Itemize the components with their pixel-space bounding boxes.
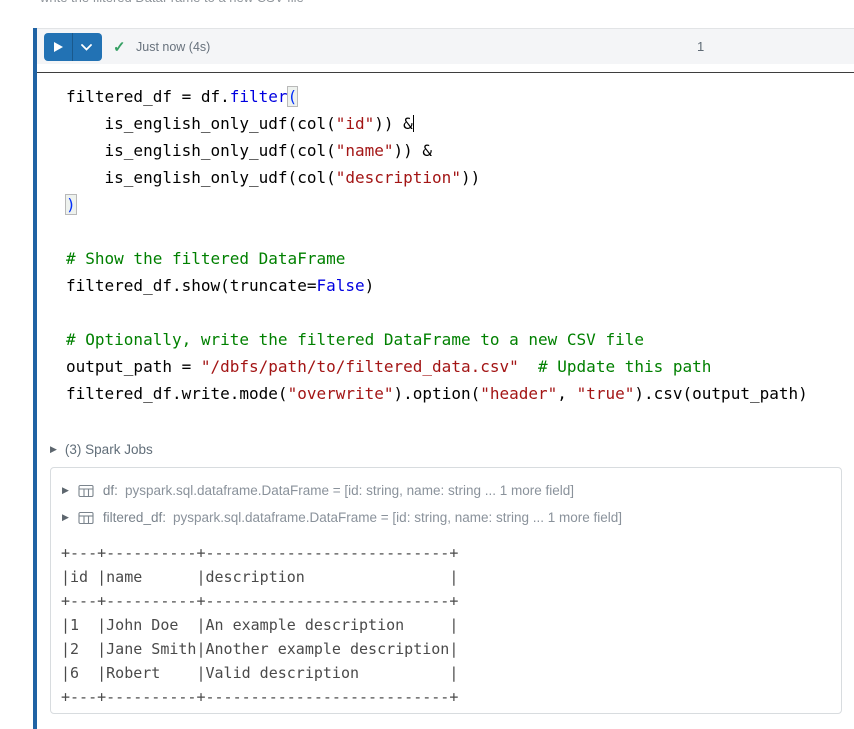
- code-token: ): [65, 194, 77, 215]
- dataframe-result-row[interactable]: ▶ df: pyspark.sql.dataframe.DataFrame = [i…: [59, 477, 831, 504]
- dataframe-type: pyspark.sql.dataframe.DataFrame = [id: s…: [172, 510, 623, 525]
- code-token: (: [286, 86, 299, 107]
- code-token: ): [364, 276, 375, 295]
- chevron-down-icon[interactable]: [73, 43, 99, 51]
- code-token: "description": [335, 168, 461, 187]
- code-token: is_english_only_udf(col(: [66, 168, 336, 187]
- code-token: )) &: [374, 114, 413, 133]
- ascii-table-line: |1 |John Doe |An example description |: [61, 616, 459, 634]
- run-status-text: Just now (4s): [136, 40, 211, 54]
- expand-triangle-icon[interactable]: ▶: [62, 485, 69, 496]
- code-line[interactable]: is_english_only_udf(col("description")): [66, 164, 854, 191]
- cell-number: 1: [697, 39, 705, 54]
- code-editor[interactable]: filtered_df = df.filter( is_english_only…: [37, 72, 854, 407]
- code-token: # Optionally, write the filtered DataFra…: [66, 330, 644, 349]
- code-token: output_path =: [66, 357, 201, 376]
- code-token: is_english_only_udf(col(: [66, 141, 336, 160]
- code-token: False: [316, 276, 365, 295]
- code-token: filtered_df = df.: [66, 87, 230, 106]
- ascii-table-line: |6 |Robert |Valid description |: [61, 664, 459, 682]
- expand-triangle-icon[interactable]: ▶: [50, 444, 57, 455]
- dataframe-rows: ▶ df: pyspark.sql.dataframe.DataFrame = [i…: [59, 477, 831, 531]
- code-line[interactable]: filtered_df.show(truncate=False): [66, 272, 854, 299]
- results-panel: ▶ df: pyspark.sql.dataframe.DataFrame = [i…: [50, 467, 842, 714]
- code-line[interactable]: output_path = "/dbfs/path/to/filtered_da…: [66, 353, 854, 380]
- code-token: is_english_only_udf(col(: [66, 114, 336, 133]
- code-token: "name": [335, 141, 394, 160]
- clipped-text: write the filtered DataFrame to a new CS…: [40, 0, 740, 6]
- code-token: # Show the filtered DataFrame: [66, 249, 346, 268]
- code-token: # Update this path: [538, 357, 712, 376]
- dataframe-name: df:: [102, 483, 118, 498]
- code-token: ,: [557, 384, 577, 403]
- cell-toolbar: ✓ Just now (4s) 1: [37, 28, 854, 64]
- expand-triangle-icon[interactable]: ▶: [62, 512, 69, 523]
- code-token: "id": [335, 114, 375, 133]
- code-line[interactable]: [66, 299, 854, 326]
- code-line[interactable]: ): [65, 191, 854, 218]
- dataframe-type: pyspark.sql.dataframe.DataFrame = [id: s…: [124, 483, 574, 498]
- code-token: filter: [229, 87, 288, 106]
- code-line[interactable]: is_english_only_udf(col("id")) &: [66, 110, 854, 137]
- code-line[interactable]: # Optionally, write the filtered DataFra…: [66, 326, 854, 353]
- code-token: filtered_df.write.mode(: [66, 384, 288, 403]
- dataframe-name: filtered_df:: [102, 510, 166, 525]
- clipped-previous-line: write the filtered DataFrame to a new CS…: [40, 0, 740, 8]
- dataframe-result-row[interactable]: ▶ filtered_df: pyspark.sql.dataframe.DataF…: [59, 504, 831, 531]
- code-token: filtered_df.show(truncate=: [66, 276, 317, 295]
- run-button[interactable]: [44, 33, 102, 61]
- code-token: )): [460, 168, 481, 187]
- ascii-table-line: |id |name |description |: [61, 568, 459, 586]
- ascii-table-line: +---+----------+------------------------…: [61, 592, 459, 610]
- ascii-table-output: +---+----------+------------------------…: [61, 541, 831, 709]
- code-token: ).csv(output_path): [634, 384, 808, 403]
- code-token: )) &: [393, 141, 433, 160]
- code-line[interactable]: [66, 218, 854, 245]
- code-line[interactable]: filtered_df.write.mode("overwrite").opti…: [66, 380, 854, 407]
- table-icon: [78, 484, 94, 498]
- table-icon: [78, 511, 94, 525]
- code-line[interactable]: filtered_df = df.filter(: [66, 83, 854, 110]
- ascii-table-line: |2 |Jane Smith|Another example descripti…: [61, 640, 459, 658]
- text-cursor: [412, 115, 414, 132]
- play-icon[interactable]: [54, 42, 63, 52]
- spark-jobs-label: (3) Spark Jobs: [64, 441, 153, 457]
- ascii-table-line: +---+----------+------------------------…: [61, 688, 459, 706]
- code-line[interactable]: # Show the filtered DataFrame: [66, 245, 854, 272]
- code-token: "overwrite": [287, 384, 394, 403]
- success-check-icon: ✓: [113, 39, 126, 56]
- code-line[interactable]: is_english_only_udf(col("name")) &: [66, 137, 854, 164]
- code-token: "/dbfs/path/to/filtered_data.csv": [200, 357, 519, 376]
- code-token: ).option(: [393, 384, 481, 403]
- code-token: "true": [576, 384, 635, 403]
- ascii-table-line: +---+----------+------------------------…: [61, 544, 459, 562]
- code-lines: filtered_df = df.filter( is_english_only…: [65, 83, 854, 407]
- spark-jobs-toggle[interactable]: ▶ (3) Spark Jobs: [50, 438, 153, 460]
- code-token: "header": [480, 384, 558, 403]
